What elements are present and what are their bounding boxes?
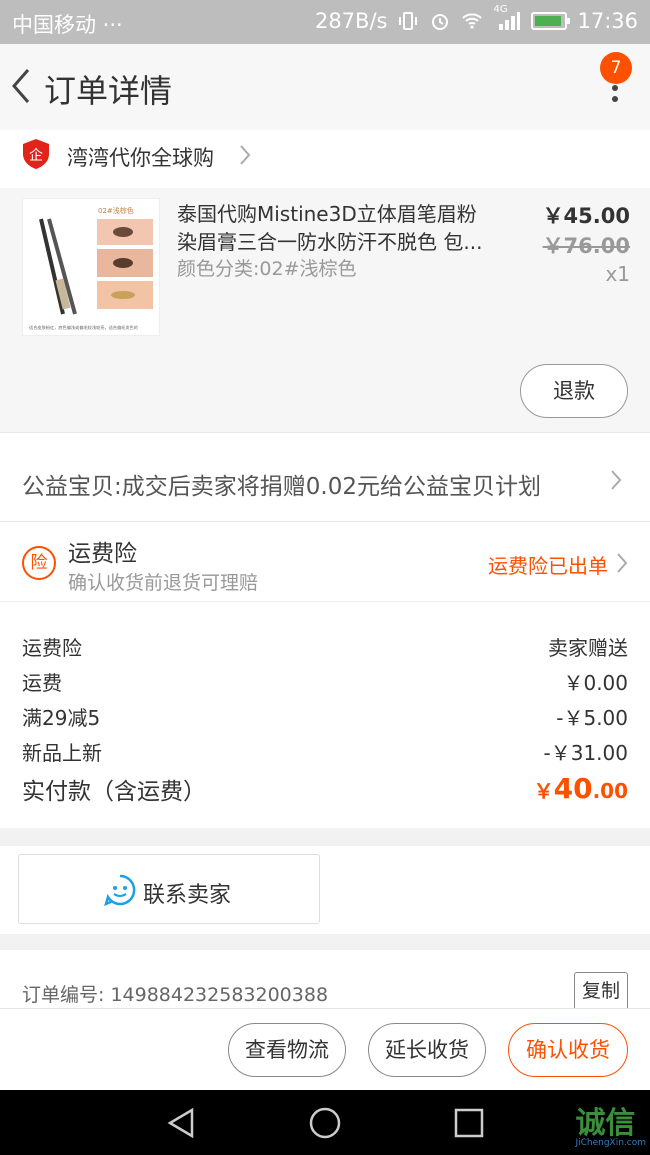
fee-label: 运费: [22, 671, 62, 695]
product-title-line1: 泰国代购Mistine3D立体眉笔眉粉: [177, 202, 477, 226]
carrier-label: 中国移动 ···: [12, 13, 123, 37]
contact-seller-button[interactable]: 联系卖家: [18, 854, 320, 924]
fee-label: 新品上新: [22, 741, 102, 765]
total-label: 实付款（含运费）: [22, 779, 206, 805]
battery-icon: [531, 12, 571, 30]
fee-label: 满29减5: [22, 706, 101, 730]
product-price: ￥45.00: [542, 204, 630, 228]
nav-back-icon[interactable]: [164, 1106, 198, 1140]
fee-value: -￥31.00: [543, 741, 628, 765]
chevron-right-icon: [240, 145, 251, 165]
extend-receipt-button[interactable]: 延长收货: [368, 1023, 486, 1077]
watermark-logo: 诚信 JiChengXin.com: [575, 1098, 646, 1148]
insurance-icon: 险: [22, 546, 56, 580]
view-logistics-button[interactable]: 查看物流: [228, 1023, 346, 1077]
notification-badge: 7: [600, 52, 632, 84]
fee-value: 卖家赠送: [548, 636, 628, 660]
nav-home-icon[interactable]: [308, 1106, 342, 1140]
dot: [612, 85, 618, 91]
chevron-right-icon: [611, 470, 622, 490]
shop-logo-text: 企: [29, 147, 43, 164]
product-sku: 颜色分类:02#浅棕色: [177, 258, 357, 280]
total-decimal: .00: [592, 779, 628, 803]
chat-face-icon: [104, 874, 136, 907]
network-type: 4G: [493, 4, 508, 15]
watermark-text: 诚信: [575, 1106, 636, 1141]
fee-label: 运费险: [22, 636, 82, 660]
watermark-url: JiChengXin.com: [575, 1138, 646, 1148]
page-title: 订单详情: [44, 72, 173, 110]
fee-row: 运费 ￥0.00: [22, 667, 628, 697]
nav-recents-icon[interactable]: [452, 1106, 486, 1140]
wifi-icon: [462, 13, 483, 29]
vibrate-icon: [399, 12, 418, 30]
image-caption: 适合皮肤粉红，底色偏浅或偏毛较浅较亮，适合偏毛发色的: [29, 324, 138, 331]
fee-row: 满29减5 -￥5.00: [22, 702, 628, 732]
refund-button[interactable]: 退款: [520, 364, 628, 418]
insurance-title: 运费险: [68, 541, 137, 567]
shop-row[interactable]: 企 湾湾代你全球购: [0, 130, 650, 188]
back-arrow-icon[interactable]: [8, 66, 34, 106]
signal-icon: 4G: [493, 4, 521, 32]
total-amount: ￥40.00: [534, 772, 628, 805]
shop-logo-icon: 企: [23, 139, 49, 169]
fee-value: ￥0.00: [563, 671, 628, 695]
chevron-right-icon: [617, 553, 628, 573]
clock: 17:36: [577, 9, 638, 33]
app-header: 订单详情 7: [0, 44, 650, 130]
network-speed: 287B/s: [314, 9, 388, 33]
dot: [612, 96, 618, 102]
insurance-subtitle: 确认收货前退货可理赔: [68, 572, 259, 594]
freight-insurance-row[interactable]: 险 运费险 确认收货前退货可理赔 运费险已出单: [0, 522, 650, 602]
product-original-price: ￥76.00: [542, 234, 630, 258]
charity-text: 公益宝贝:成交后卖家将捐赠0.02元给公益宝贝计划: [22, 474, 541, 500]
total-row: 实付款（含运费） ￥40.00: [22, 772, 628, 808]
system-nav-bar: 诚信 JiChengXin.com: [0, 1090, 650, 1155]
image-tag: 02#浅棕色: [98, 206, 134, 215]
order-number-row: 订单编号: 1498842325832003​88 复制: [0, 950, 650, 1010]
fee-row: 新品上新 -￥31.00: [22, 737, 628, 767]
product-title-line2: 染眉膏三合一防水防汗不脱色 包...: [177, 230, 483, 254]
total-currency: ￥: [533, 779, 554, 803]
contact-seller-label: 联系卖家: [143, 883, 232, 908]
fee-row: 运费险 卖家赠送: [22, 632, 628, 662]
alarm-icon: [432, 14, 449, 30]
product-item[interactable]: 02#浅棕色 适合皮肤粉红，底色偏浅或偏毛较浅较亮，适合偏毛发色的 泰国代购Mi…: [0, 188, 650, 432]
contact-section: 联系卖家: [0, 846, 650, 934]
insurance-status: 运费险已出单: [488, 554, 608, 578]
status-icons: 287B/s 4G 17:36: [314, 4, 638, 33]
charity-row[interactable]: 公益宝贝:成交后卖家将捐赠0.02元给公益宝贝计划: [0, 432, 650, 522]
product-thumbnail: 02#浅棕色 适合皮肤粉红，底色偏浅或偏毛较浅较亮，适合偏毛发色的: [23, 199, 159, 335]
fee-summary: 运费险 卖家赠送 运费 ￥0.00 满29减5 -￥5.00 新品上新 -￥31…: [0, 602, 650, 828]
bottom-action-bar: 查看物流 延长收货 确认收货: [0, 1008, 650, 1090]
total-integer: 40: [553, 772, 593, 805]
fee-value: -￥5.00: [556, 706, 628, 730]
shop-name: 湾湾代你全球购: [67, 146, 214, 170]
status-bar: 中国移动 ··· 287B/s 4G 17:36: [0, 0, 650, 44]
confirm-receipt-button[interactable]: 确认收货: [508, 1023, 628, 1077]
product-title[interactable]: 泰国代购Mistine3D立体眉笔眉粉 染眉膏三合一防水防汗不脱色 包...: [177, 200, 507, 256]
order-number: 订单编号: 1498842325832003​88: [22, 984, 329, 1006]
copy-button[interactable]: 复制: [574, 972, 628, 1010]
product-quantity: x1: [605, 262, 630, 286]
product-image[interactable]: 02#浅棕色 适合皮肤粉红，底色偏浅或偏毛较浅较亮，适合偏毛发色的: [22, 198, 160, 336]
